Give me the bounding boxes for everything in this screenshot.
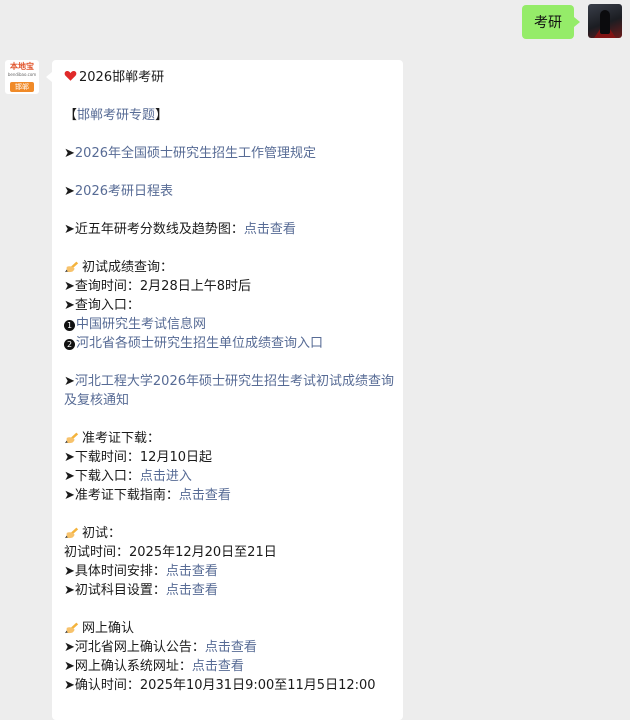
topic-line: 【邯郸考研专题】	[64, 106, 396, 125]
download-entry-label: 下载入口：	[74, 469, 140, 484]
arrow-icon: ➤	[64, 279, 75, 294]
exam-subject-link[interactable]: 点击查看	[166, 583, 218, 598]
confirm-notice-line: ➤河北省网上确认公告：点击查看	[64, 638, 396, 657]
score-line-row: ➤近五年研考分数线及趋势图：点击查看	[64, 220, 396, 239]
confirm-site-label: 网上确认系统网址：	[74, 659, 192, 674]
query-entry-line: ➤查询入口：	[64, 296, 396, 315]
download-entry-line: ➤下载入口：点击进入	[64, 467, 396, 486]
schedule-link[interactable]: 2026考研日程表	[75, 184, 173, 199]
reply-message-bubble: 2026邯郸考研 【邯郸考研专题】 ➤2026年全国硕士研究生招生工作管理规定 …	[46, 60, 403, 720]
download-entry-link[interactable]: 点击进入	[140, 469, 192, 484]
topic-bracket-close: 】	[155, 108, 169, 123]
regulation-line: ➤2026年全国硕士研究生招生工作管理规定	[64, 144, 396, 163]
query-link1-line: 1 中国研究生考试信息网	[64, 315, 396, 334]
reply-content: 2026邯郸考研 【邯郸考研专题】 ➤2026年全国硕士研究生招生工作管理规定 …	[64, 68, 396, 695]
arrow-icon: ➤	[64, 678, 75, 693]
query-time-text: 查询时间：2月28日上午8时后	[74, 279, 251, 294]
confirm-site-line: ➤网上确认系统网址：点击查看	[64, 657, 396, 676]
arrow-icon: ➤	[64, 374, 75, 389]
chsi-link[interactable]: 中国研究生考试信息网	[76, 317, 206, 332]
arrow-icon: ➤	[64, 184, 75, 199]
score-link[interactable]: 点击查看	[244, 222, 296, 237]
reply-title: 2026邯郸考研	[79, 70, 165, 85]
section-title-text: 初试成绩查询：	[82, 260, 174, 275]
section-exam-title: 初试：	[64, 524, 396, 543]
section-admission-title: 准考证下载：	[64, 429, 396, 448]
section-score-query-title: 初试成绩查询：	[64, 258, 396, 277]
exam-schedule-link[interactable]: 点击查看	[166, 564, 218, 579]
arrow-icon: ➤	[64, 146, 75, 161]
arrow-icon: ➤	[64, 488, 75, 503]
user-message-text: 考研	[534, 15, 562, 31]
schedule-line: ➤2026考研日程表	[64, 182, 396, 201]
section-title-text: 准考证下载：	[82, 431, 161, 446]
user-avatar[interactable]	[588, 4, 622, 38]
confirm-notice-label: 河北省网上确认公告：	[74, 640, 205, 655]
avatar-figure	[600, 10, 610, 34]
download-guide-link[interactable]: 点击查看	[179, 488, 231, 503]
score-label: 近五年研考分数线及趋势图：	[74, 222, 244, 237]
exam-schedule-label: 具体时间安排：	[74, 564, 166, 579]
query-time-line: ➤查询时间：2月28日上午8时后	[64, 277, 396, 296]
writing-hand-icon	[65, 622, 79, 634]
section-online-confirm-title: 网上确认	[64, 619, 396, 638]
exam-time-line: 初试时间：2025年12月20日至21日	[64, 543, 396, 562]
confirm-site-link[interactable]: 点击查看	[192, 659, 244, 674]
account-avatar[interactable]: 本地宝 bendibao.com 邯郸	[5, 60, 39, 94]
arrow-icon: ➤	[64, 222, 75, 237]
arrow-icon: ➤	[64, 298, 75, 313]
writing-hand-icon	[65, 527, 79, 539]
arrow-icon: ➤	[64, 640, 75, 655]
writing-hand-icon	[65, 261, 79, 273]
query-entry-text: 查询入口：	[74, 298, 140, 313]
confirm-time-text: 确认时间：2025年10月31日9:00至11月5日12:00	[74, 678, 376, 693]
query-link2-line: 2 河北省各硕士研究生招生单位成绩查询入口	[64, 334, 396, 353]
exam-subject-label: 初试科目设置：	[74, 583, 166, 598]
download-guide-line: ➤准考证下载指南：点击查看	[64, 486, 396, 505]
hebei-engineering-line: ➤河北工程大学2026年硕士研究生招生考试初试成绩查询及复核通知	[64, 372, 396, 410]
topic-link[interactable]: 邯郸考研专题	[77, 108, 155, 123]
avatar-logo-sub: bendibao.com	[7, 72, 37, 77]
section-title-text: 网上确认	[82, 621, 135, 636]
arrow-icon: ➤	[64, 469, 75, 484]
confirm-notice-link[interactable]: 点击查看	[205, 640, 257, 655]
exam-schedule-line: ➤具体时间安排：点击查看	[64, 562, 396, 581]
download-guide-label: 准考证下载指南：	[74, 488, 179, 503]
regulation-link[interactable]: 2026年全国硕士研究生招生工作管理规定	[75, 146, 316, 161]
topic-bracket-open: 【	[64, 108, 78, 123]
reply-title-line: 2026邯郸考研	[64, 68, 396, 87]
exam-time-text: 初试时间：2025年12月20日至21日	[64, 545, 277, 560]
number-two-icon: 2	[64, 339, 75, 350]
arrow-icon: ➤	[64, 659, 75, 674]
download-time-text: 下载时间：12月10日起	[74, 450, 212, 465]
user-message-bubble[interactable]: 考研	[522, 5, 580, 39]
confirm-time-line: ➤确认时间：2025年10月31日9:00至11月5日12:00	[64, 676, 396, 695]
hebei-engineering-link[interactable]: 河北工程大学2026年硕士研究生招生考试初试成绩查询及复核通知	[64, 374, 394, 408]
download-time-line: ➤下载时间：12月10日起	[64, 448, 396, 467]
arrow-icon: ➤	[64, 450, 75, 465]
avatar-logo-badge: 邯郸	[10, 82, 34, 92]
hebei-score-query-link[interactable]: 河北省各硕士研究生招生单位成绩查询入口	[76, 336, 323, 351]
number-one-icon: 1	[64, 320, 75, 331]
exam-subject-line: ➤初试科目设置：点击查看	[64, 581, 396, 600]
arrow-icon: ➤	[64, 583, 75, 598]
arrow-icon: ➤	[64, 564, 75, 579]
writing-hand-icon	[65, 432, 79, 444]
heart-icon	[64, 70, 77, 81]
section-title-text: 初试：	[82, 526, 122, 541]
